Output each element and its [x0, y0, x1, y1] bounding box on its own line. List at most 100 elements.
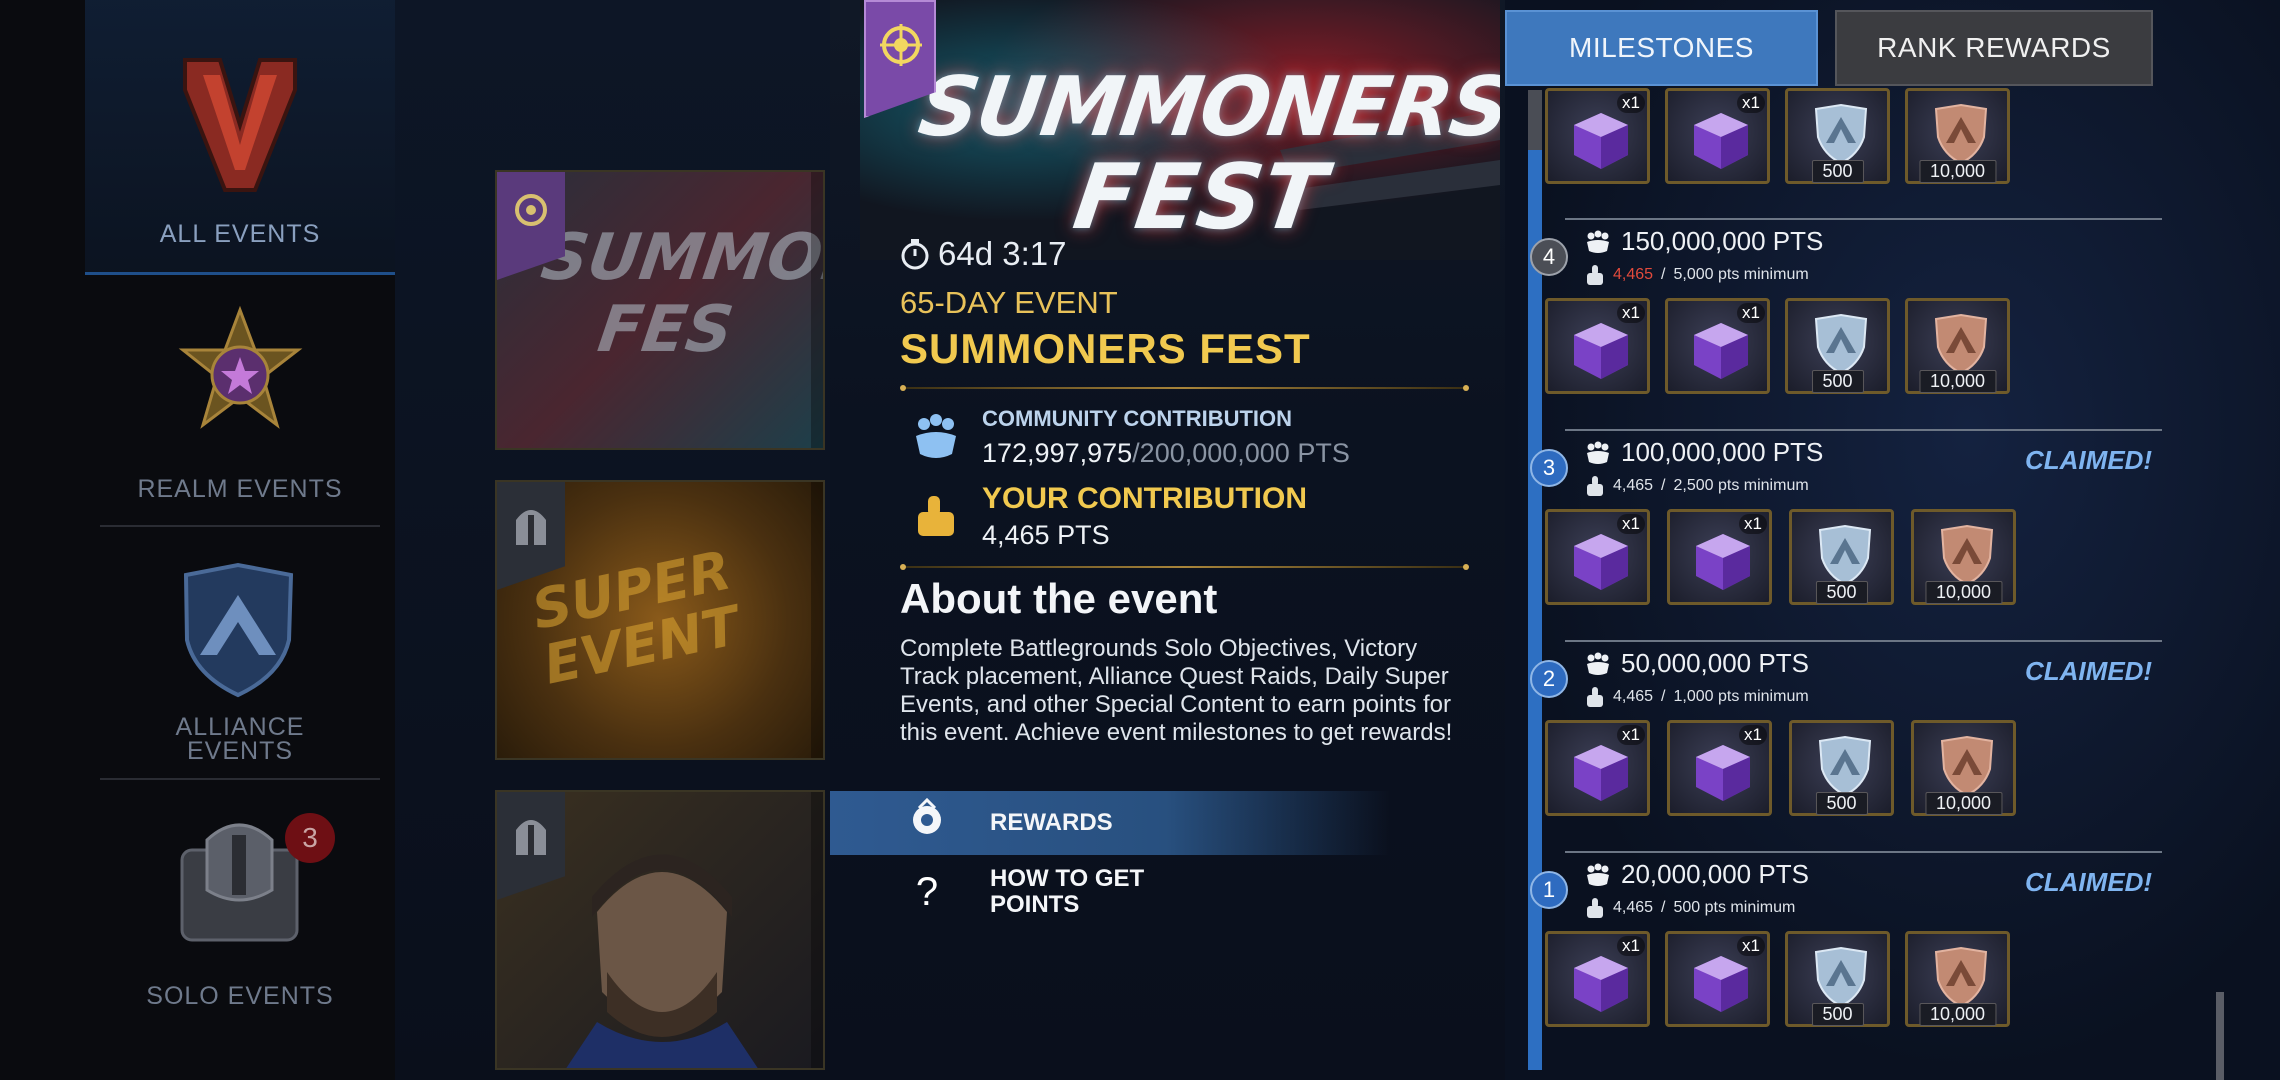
- reward-crate[interactable]: x1: [1545, 298, 1650, 394]
- reward-silver-shield[interactable]: 500: [1789, 509, 1894, 605]
- reward-value: 500: [1811, 370, 1864, 393]
- summoner-emblem-icon: [880, 24, 922, 66]
- reward-crate[interactable]: x1: [1667, 720, 1772, 816]
- tier-number: 2: [1530, 660, 1568, 698]
- divider-end: [1463, 564, 1469, 570]
- reward-silver-shield[interactable]: 500: [1785, 88, 1890, 184]
- bronze-shield-icon: [1934, 313, 1988, 375]
- reward-crate[interactable]: x1: [1665, 931, 1770, 1027]
- community-contribution-value: 172,997,975/200,000,000 PTS: [982, 438, 1350, 468]
- tab-rank-rewards[interactable]: RANK REWARDS: [1835, 10, 2153, 86]
- hero-portrait: [566, 854, 758, 1068]
- event-category-sidebar: ALL EVENTS REALM EVENTS ALLIANCE EVENTS …: [0, 0, 395, 1080]
- tier-minimum: 4,465/500 pts minimum: [1585, 897, 1795, 919]
- reward-value: 500: [1811, 1003, 1864, 1026]
- event-detail-panel: SUMMONERS FEST 64d 3:17 65-DAY EVENT SUM…: [830, 0, 1505, 1080]
- claimed-label: CLAIMED!: [2025, 867, 2153, 897]
- summoner-emblem-icon: [515, 194, 547, 226]
- community-icon: [1587, 230, 1609, 253]
- reward-crate[interactable]: x1: [1665, 298, 1770, 394]
- reward-crate[interactable]: x1: [1667, 509, 1772, 605]
- menu-rewards[interactable]: REWARDS: [830, 791, 1390, 855]
- reward-quantity: x1: [1617, 303, 1645, 323]
- alliance-shield-icon: [183, 562, 294, 698]
- tier-points: 150,000,000 PTS: [1585, 226, 1823, 257]
- thumbs-up-icon: [1587, 898, 1603, 918]
- category-label: REALM EVENTS: [137, 475, 343, 503]
- minimum-points: 500 pts minimum: [1673, 899, 1796, 916]
- reward-bronze-shield[interactable]: 10,000: [1911, 720, 2016, 816]
- banner-logo-text: SUMMONERS: [913, 60, 1500, 155]
- reward-value: 10,000: [1924, 581, 2003, 604]
- minimum-points: 2,500 pts minimum: [1673, 477, 1809, 494]
- reward-value: 500: [1815, 792, 1868, 815]
- reward-quantity: x1: [1617, 725, 1645, 745]
- tier-divider: [1565, 640, 2162, 642]
- helmet-icon: [516, 820, 546, 855]
- reward-quantity: x1: [1739, 725, 1767, 745]
- divider: [100, 525, 380, 527]
- reward-bronze-shield[interactable]: 10,000: [1905, 88, 2010, 184]
- crate-icon: [1696, 745, 1750, 801]
- helmet-icon: [516, 510, 546, 545]
- scrollbar[interactable]: [2216, 992, 2224, 1080]
- realm-emblem-icon: [178, 305, 303, 429]
- category-all-events[interactable]: ALL EVENTS: [85, 0, 395, 275]
- tier-points: 50,000,000 PTS: [1585, 648, 1809, 679]
- category-label: ALL EVENTS: [159, 220, 321, 248]
- silver-shield-icon: [1814, 103, 1868, 165]
- current-points: 4,465: [1613, 688, 1654, 705]
- reward-bronze-shield[interactable]: 10,000: [1905, 298, 2010, 394]
- reward-bronze-shield[interactable]: 10,000: [1905, 931, 2010, 1027]
- card-edge: [811, 482, 823, 758]
- reward-bronze-shield[interactable]: 10,000: [1911, 509, 2016, 605]
- current-points: 4,465: [1613, 266, 1654, 283]
- your-contribution-value: 4,465 PTS: [982, 520, 1110, 550]
- event-title: SUMMONERS FEST: [900, 325, 1311, 372]
- reward-crate[interactable]: x1: [1545, 509, 1650, 605]
- tab-milestones[interactable]: MILESTONES: [1505, 10, 1818, 86]
- claimed-label: CLAIMED!: [2025, 445, 2153, 475]
- event-card-hero[interactable]: [495, 790, 825, 1070]
- reward-silver-shield[interactable]: 500: [1785, 931, 1890, 1027]
- reward-value: 500: [1811, 160, 1864, 183]
- reward-crate[interactable]: x1: [1545, 88, 1650, 184]
- reward-crate[interactable]: x1: [1665, 88, 1770, 184]
- silver-shield-icon: [1818, 735, 1872, 797]
- thumbs-up-icon: [1587, 476, 1603, 496]
- event-length: 65-DAY EVENT: [900, 285, 1118, 320]
- crate-icon: [1696, 534, 1750, 590]
- community-icon: [1587, 863, 1609, 886]
- category-alliance-events[interactable]: ALLIANCE EVENTS: [85, 535, 395, 780]
- event-card-super-event[interactable]: SUPER EVENT: [495, 480, 825, 760]
- reward-silver-shield[interactable]: 500: [1789, 720, 1894, 816]
- category-solo-events[interactable]: 3 SOLO EVENTS: [85, 785, 395, 1035]
- tier-points-text: 50,000,000 PTS: [1621, 648, 1809, 678]
- category-realm-events[interactable]: REALM EVENTS: [85, 275, 395, 525]
- divider-end: [900, 564, 906, 570]
- thumbs-up-icon: [1587, 265, 1603, 285]
- crate-icon: [1694, 956, 1748, 1012]
- claimed-label: CLAIMED!: [2025, 656, 2153, 686]
- reward-silver-shield[interactable]: 500: [1785, 298, 1890, 394]
- about-text: Complete Battlegrounds Solo Objectives, …: [900, 635, 1453, 746]
- current-points: 4,465: [1613, 477, 1654, 494]
- reward-crate[interactable]: x1: [1545, 720, 1650, 816]
- tier-number: 3: [1530, 449, 1568, 487]
- notification-badge: 3: [285, 813, 335, 863]
- divider-end: [900, 385, 906, 391]
- community-contribution-label: COMMUNITY CONTRIBUTION: [982, 406, 1293, 431]
- crate-icon: [1574, 745, 1628, 801]
- menu-how-to-get-points[interactable]: ? HOW TO GET POINTS: [830, 860, 1390, 924]
- milestone-track: [1525, 90, 1545, 1075]
- tier-points-text: 20,000,000 PTS: [1621, 859, 1809, 889]
- bronze-shield-icon: [1934, 946, 1988, 1008]
- event-banner: SUMMONERS FEST: [860, 0, 1500, 260]
- event-card-summoners-fest[interactable]: SUMMON FES: [495, 170, 825, 450]
- reward-value: 10,000: [1924, 792, 2003, 815]
- timer-text: 64d 3:17: [938, 235, 1067, 272]
- reward-crate[interactable]: x1: [1545, 931, 1650, 1027]
- crate-icon: [1574, 323, 1628, 379]
- about-title: About the event: [900, 575, 1218, 622]
- tier-divider: [1565, 851, 2162, 853]
